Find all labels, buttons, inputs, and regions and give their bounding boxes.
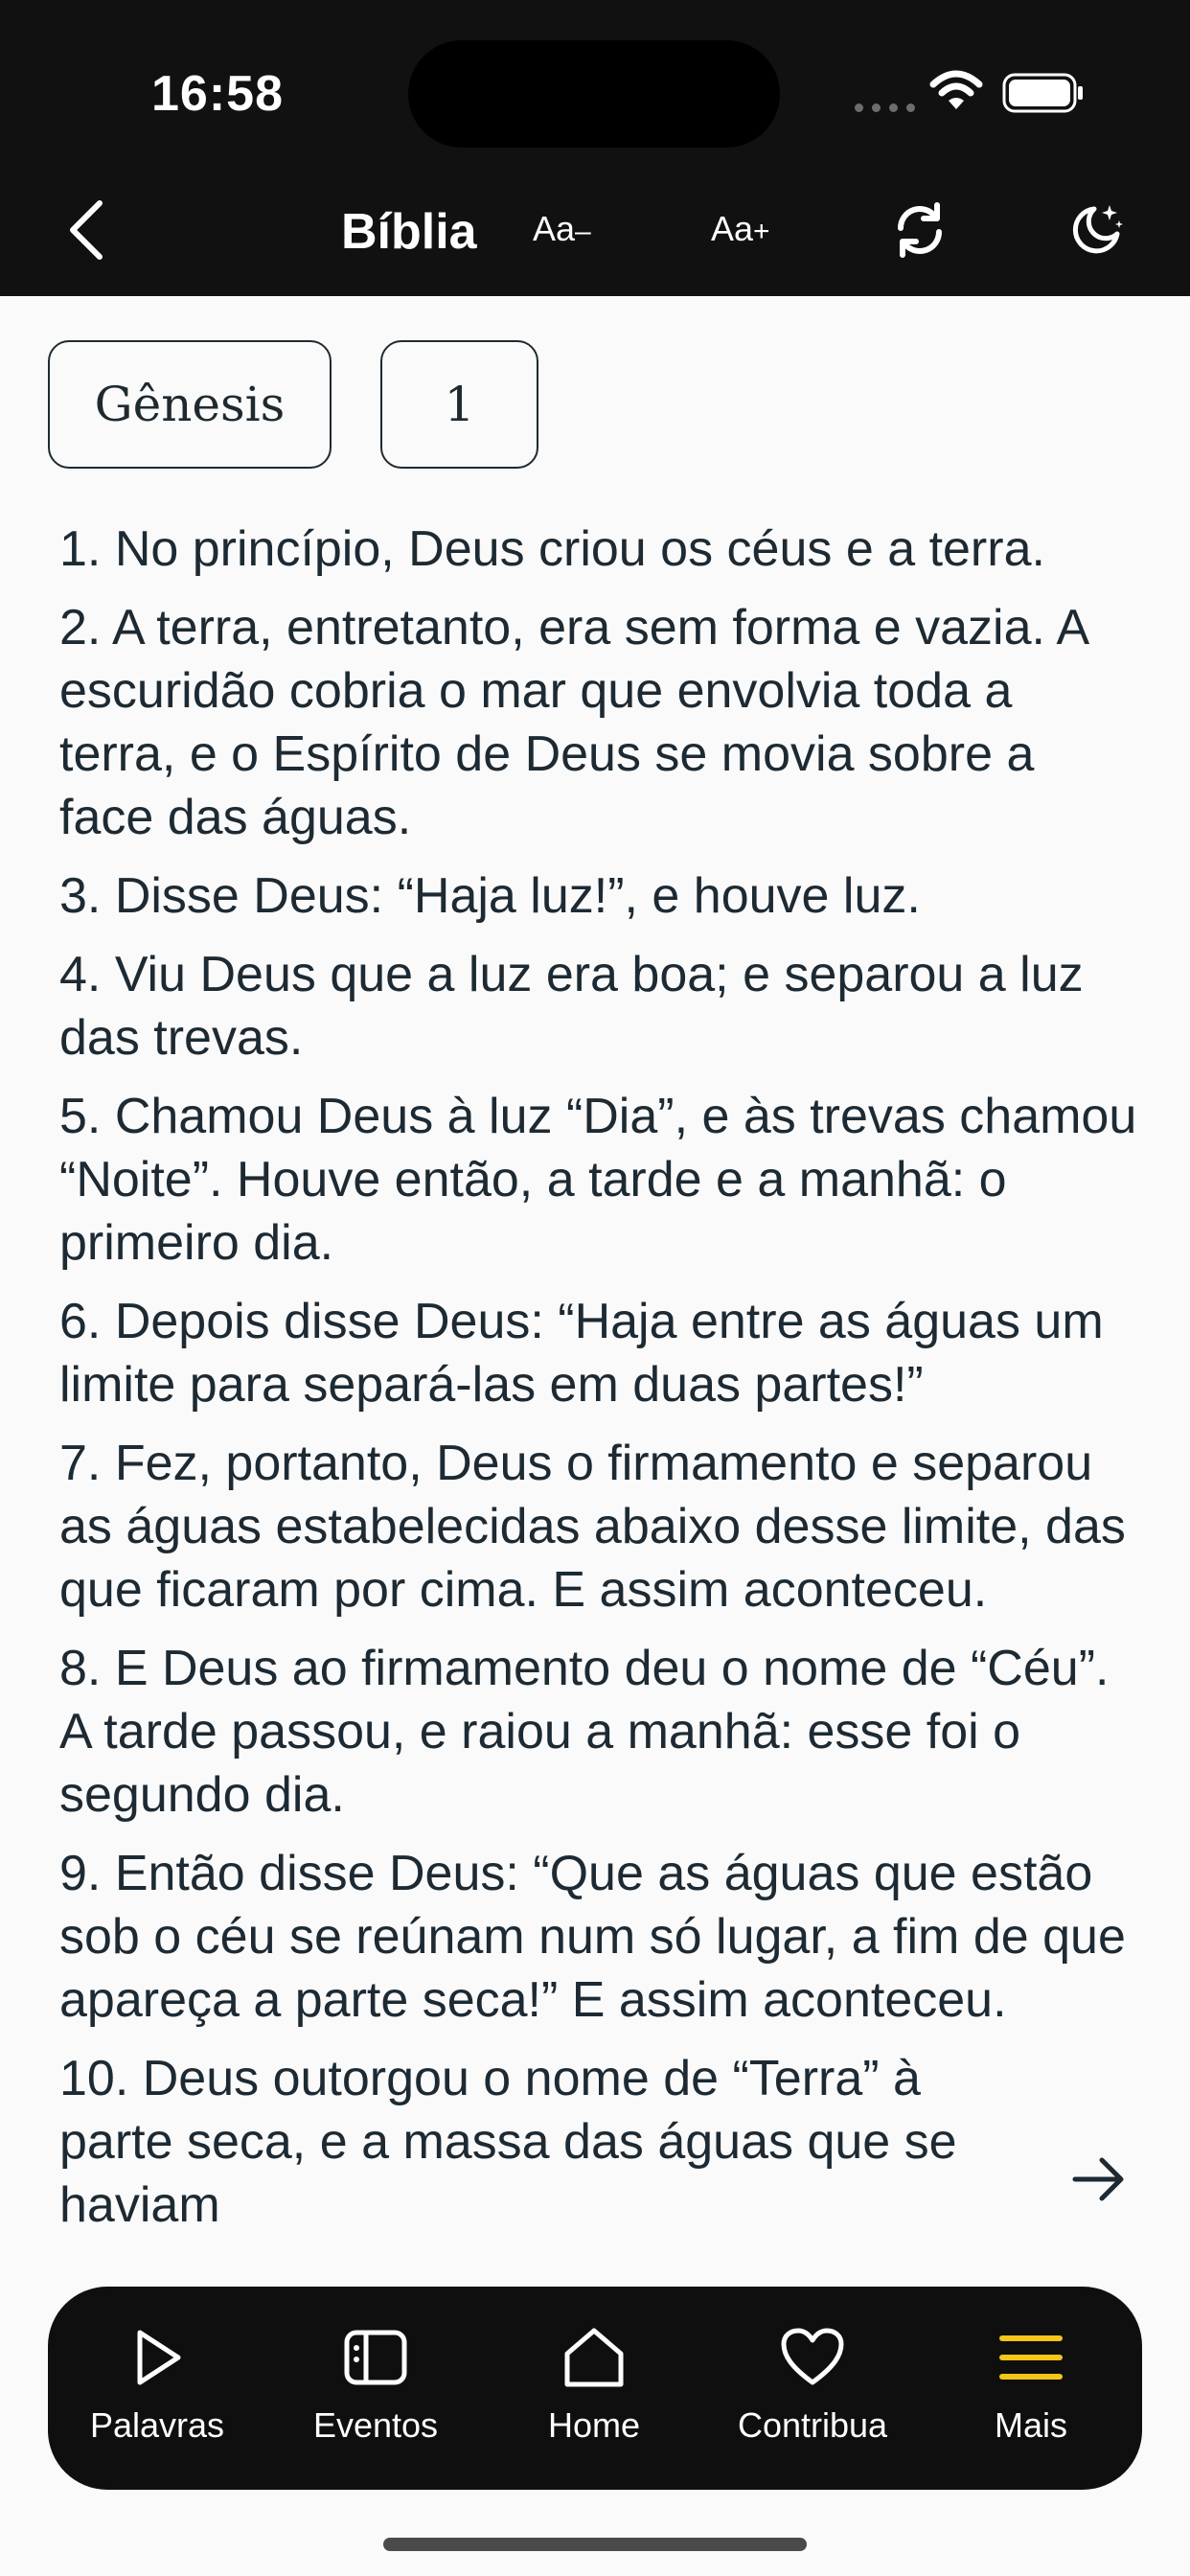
menu-icon: [999, 2335, 1063, 2380]
chevron-left-icon: [70, 200, 103, 260]
dynamic-island: [408, 40, 780, 148]
tab-contribua[interactable]: Contribua: [703, 2287, 922, 2490]
tab-label: Mais: [994, 2405, 1067, 2445]
tab-label: Eventos: [312, 2405, 439, 2445]
verse-1: 1. No princípio, Deus criou os céus e a …: [59, 521, 1045, 577]
play-icon: [137, 2330, 181, 2385]
page-title: Bíblia: [341, 204, 477, 260]
wifi-icon: [929, 70, 983, 109]
home-icon: [564, 2328, 624, 2387]
tab-label: Home: [547, 2405, 641, 2445]
font-decrease-button[interactable]: Aa–: [533, 209, 591, 249]
verse-7: 7. Fez, portanto, Deus o firmamento e se…: [59, 1436, 1126, 1618]
tab-label: Contribua: [737, 2405, 888, 2445]
heart-icon: [781, 2328, 844, 2385]
next-chapter-arrow-icon[interactable]: [1071, 2154, 1127, 2204]
tab-eventos[interactable]: Eventos: [266, 2287, 485, 2490]
bottom-tab-bar: Palavras Eventos Home Contribua Mais: [48, 2287, 1142, 2490]
verse-6: 6. Depois disse Deus: “Haja entre as águ…: [59, 1294, 1104, 1413]
verse-8: 8. E Deus ao firmamento deu o nome de “C…: [59, 1641, 1110, 1823]
verse-9: 9. Então disse Deus: “Que as águas que e…: [59, 1846, 1126, 2028]
tab-label: Palavras: [89, 2405, 225, 2445]
verse-5: 5. Chamou Deus à luz “Dia”, e às trevas …: [59, 1089, 1137, 1271]
verse-4: 4. Viu Deus que a luz era boa; e separou…: [59, 947, 1084, 1066]
cellular-signal-icon: [855, 104, 915, 112]
chapter-selector[interactable]: 1: [380, 340, 538, 469]
tab-home[interactable]: Home: [485, 2287, 703, 2490]
calendar-icon: [344, 2330, 407, 2385]
back-button[interactable]: [57, 192, 115, 268]
sync-icon[interactable]: [889, 199, 950, 261]
verse-3: 3. Disse Deus: “Haja luz!”, e houve luz.: [59, 868, 921, 924]
font-increase-button[interactable]: Aa+: [711, 209, 770, 249]
battery-icon: [1002, 73, 1083, 113]
status-time: 16:58: [151, 66, 284, 122]
app-header: 16:58 Bíblia Aa– Aa+: [0, 0, 1190, 296]
book-selector[interactable]: Gênesis: [48, 340, 332, 469]
tab-palavras[interactable]: Palavras: [48, 2287, 266, 2490]
moon-stars-icon[interactable]: [1069, 201, 1125, 257]
verse-10: 10. Deus outorgou o nome de “Terra” à pa…: [59, 2051, 957, 2233]
tab-mais[interactable]: Mais: [922, 2287, 1140, 2490]
home-indicator[interactable]: [383, 2538, 807, 2551]
verse-2: 2. A terra, entretanto, era sem forma e …: [59, 600, 1087, 845]
verse-list: 1. No princípio, Deus criou os céus e a …: [59, 518, 1142, 2266]
